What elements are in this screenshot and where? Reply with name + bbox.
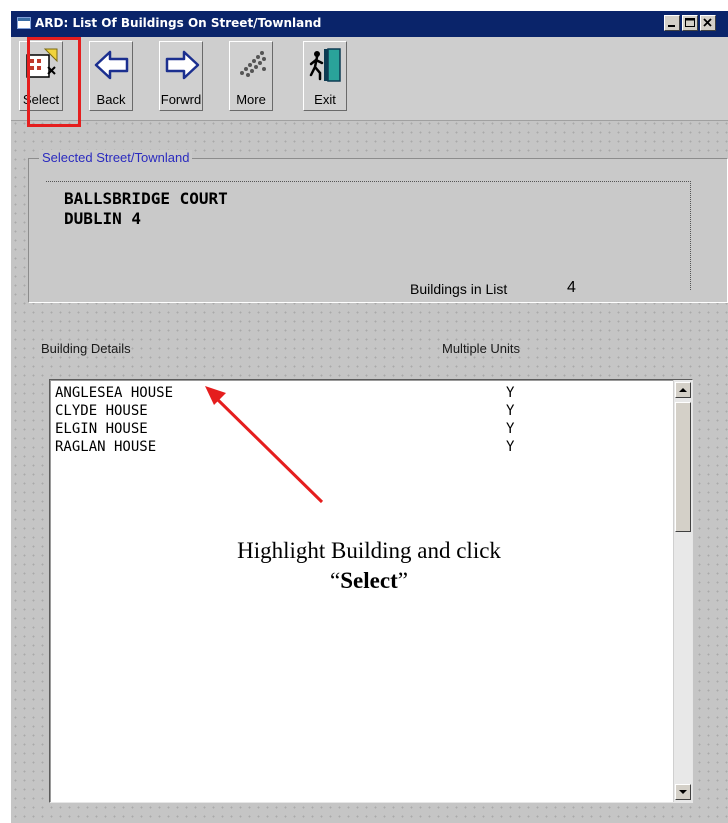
scroll-down-button[interactable] bbox=[675, 784, 691, 800]
list-scrollbar[interactable] bbox=[673, 380, 692, 802]
select-building-icon bbox=[26, 48, 58, 78]
scroll-up-button[interactable] bbox=[675, 382, 691, 398]
building-name: ELGIN HOUSE bbox=[55, 421, 148, 437]
building-name: ANGLESEA HOUSE bbox=[55, 385, 174, 401]
annotation-close-quote: ” bbox=[397, 568, 408, 593]
forward-label: Forwrd bbox=[160, 92, 202, 107]
exit-button[interactable]: Exit bbox=[303, 41, 347, 111]
down-arrow-icon bbox=[679, 790, 687, 794]
more-button[interactable]: More bbox=[229, 41, 273, 111]
window-title: ARD: List Of Buildings On Street/Townlan… bbox=[35, 16, 322, 30]
close-button[interactable] bbox=[700, 15, 716, 31]
multiple-units-flag: Y bbox=[506, 439, 515, 455]
maximize-button[interactable] bbox=[682, 15, 698, 31]
annotation-open-quote: “ bbox=[330, 568, 341, 593]
annotation-line-1: Highlight Building and click bbox=[237, 538, 501, 563]
annotation-select-word: Select bbox=[340, 568, 398, 593]
back-label: Back bbox=[96, 92, 126, 107]
multiple-units-flag: Y bbox=[506, 403, 515, 419]
up-arrow-icon bbox=[679, 388, 687, 392]
building-details-header: Building Details bbox=[41, 341, 131, 356]
more-label: More bbox=[236, 92, 266, 107]
app-window: ARD: List Of Buildings On Street/Townlan… bbox=[11, 11, 728, 823]
scroll-thumb[interactable] bbox=[675, 402, 691, 532]
list-item[interactable]: ELGIN HOUSE Y bbox=[55, 421, 655, 439]
more-dots-icon bbox=[240, 51, 266, 77]
street-name: BALLSBRIDGE COURT bbox=[64, 189, 228, 208]
right-arrow-icon bbox=[165, 50, 200, 80]
buildings-count-value: 4 bbox=[567, 279, 576, 296]
building-name: CLYDE HOUSE bbox=[55, 403, 148, 419]
exit-label: Exit bbox=[314, 92, 336, 107]
annotation-text: Highlight Building and click “Select” bbox=[169, 536, 569, 596]
list-item[interactable]: CLYDE HOUSE Y bbox=[55, 403, 655, 421]
list-item[interactable]: ANGLESEA HOUSE Y bbox=[55, 385, 655, 403]
title-bar[interactable]: ARD: List Of Buildings On Street/Townlan… bbox=[11, 11, 728, 37]
minimize-icon bbox=[668, 25, 675, 27]
multiple-units-header: Multiple Units bbox=[442, 341, 521, 356]
toolbar-divider bbox=[11, 120, 728, 121]
annotation-line-2: “Select” bbox=[169, 566, 569, 596]
street-district: DUBLIN 4 bbox=[64, 209, 142, 228]
list-item[interactable]: RAGLAN HOUSE Y bbox=[55, 439, 655, 457]
close-icon bbox=[703, 18, 712, 27]
back-button[interactable]: Back bbox=[89, 41, 133, 111]
select-label: Select bbox=[22, 92, 60, 107]
minimize-button[interactable] bbox=[664, 15, 680, 31]
buildings-count-label: Buildings in List bbox=[410, 281, 508, 297]
multiple-units-flag: Y bbox=[506, 421, 515, 437]
app-icon bbox=[17, 17, 31, 29]
maximize-icon bbox=[685, 18, 695, 27]
select-button[interactable]: Select bbox=[19, 41, 63, 111]
building-name: RAGLAN HOUSE bbox=[55, 439, 157, 455]
selected-street-legend: Selected Street/Townland bbox=[39, 150, 193, 165]
left-arrow-icon bbox=[94, 50, 129, 80]
multiple-units-flag: Y bbox=[506, 385, 515, 401]
forward-button[interactable]: Forwrd bbox=[159, 41, 203, 111]
exit-door-icon bbox=[309, 48, 341, 82]
